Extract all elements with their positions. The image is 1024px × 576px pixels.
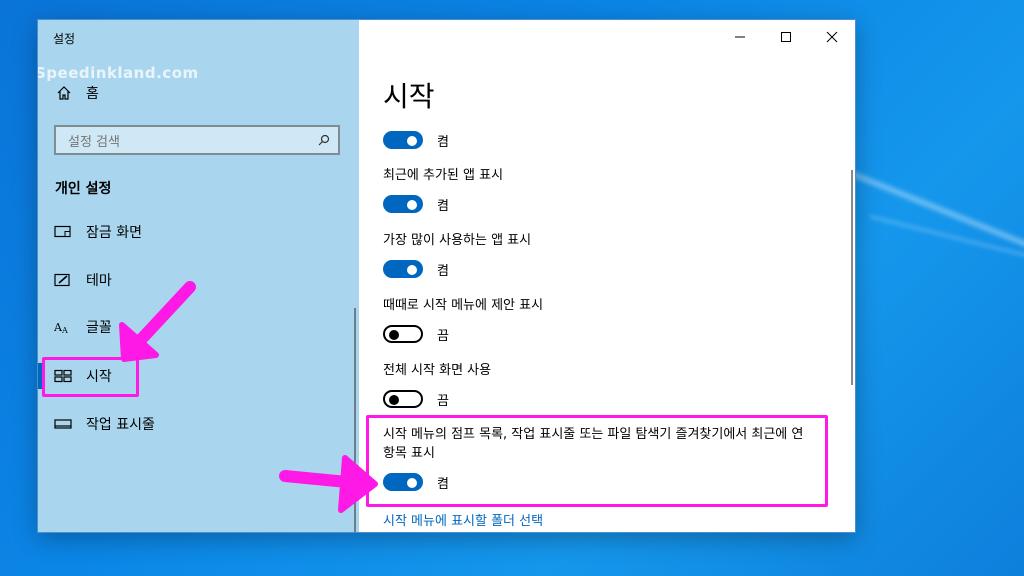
window-title: 설정	[53, 32, 76, 46]
maximize-button[interactable]	[763, 20, 809, 54]
font-icon: A A	[54, 321, 68, 334]
highlight-box	[366, 415, 828, 507]
pointer-arrow	[279, 455, 378, 513]
close-button[interactable]	[809, 20, 855, 54]
search-input[interactable]	[66, 132, 310, 152]
setting-recently-added-apps: 최근에 추가된 앱 표시 켬	[383, 166, 823, 215]
toggle-switch[interactable]	[383, 131, 423, 149]
setting-label: 때때로 시작 메뉴에 제안 표시	[383, 298, 544, 313]
setting-full-screen-start: 전체 시작 화면 사용 끔	[383, 361, 823, 410]
section-title: 개인 설정	[55, 181, 112, 197]
setting-most-used-apps: 가장 많이 사용하는 앱 표시 켬	[383, 231, 823, 280]
home-link[interactable]: 홈	[56, 83, 99, 103]
setting-label: 가장 많이 사용하는 앱 표시	[383, 233, 532, 248]
toggle-state-label: 끔	[437, 328, 449, 344]
toggle-switch[interactable]	[383, 260, 423, 278]
search-box[interactable]	[54, 125, 340, 155]
taskbar-icon	[54, 419, 72, 429]
toggle-state-label: 켬	[437, 198, 449, 214]
close-icon	[826, 31, 838, 43]
pointer-arrow	[119, 281, 196, 362]
setting-label: 최근에 추가된 앱 표시	[383, 168, 504, 183]
home-icon	[57, 86, 71, 100]
watermark: Speedinkland.com	[38, 64, 199, 82]
toggle-state-label: 켬	[437, 263, 449, 279]
sidebar-item-label: 테마	[86, 273, 112, 289]
theme-icon	[54, 273, 70, 287]
lock-screen-icon	[54, 225, 71, 238]
choose-folders-link[interactable]: 시작 메뉴에 표시할 폴더 선택	[383, 510, 543, 529]
main-scrollbar[interactable]	[851, 170, 853, 385]
setting-label: 전체 시작 화면 사용	[383, 363, 492, 378]
sidebar-item-taskbar[interactable]: 작업 표시줄	[38, 401, 359, 447]
desktop-light-ray	[869, 215, 1024, 281]
toggle-state-label: 켬	[437, 134, 449, 150]
minimize-button[interactable]	[717, 20, 763, 54]
setting-item: 켬	[383, 129, 823, 151]
toggle-switch[interactable]	[383, 390, 423, 408]
toggle-switch[interactable]	[383, 195, 423, 213]
sidebar-item-label: 작업 표시줄	[86, 417, 155, 433]
svg-text:A: A	[61, 326, 68, 334]
toggle-state-label: 끔	[437, 393, 449, 409]
sidebar-item-lock-screen[interactable]: 잠금 화면	[38, 209, 359, 255]
page-title: 시작	[383, 80, 435, 113]
toggle-switch[interactable]	[383, 325, 423, 343]
sidebar-item-label: 글꼴	[86, 320, 112, 336]
sidebar-item-label: 잠금 화면	[86, 225, 142, 241]
setting-suggestions: 때때로 시작 메뉴에 제안 표시 끔	[383, 296, 823, 345]
maximize-icon	[781, 32, 791, 42]
window-controls	[717, 20, 855, 54]
desktop-light-ray	[848, 170, 1024, 289]
home-label: 홈	[86, 86, 99, 102]
minimize-icon	[735, 36, 745, 38]
search-icon	[318, 134, 330, 146]
